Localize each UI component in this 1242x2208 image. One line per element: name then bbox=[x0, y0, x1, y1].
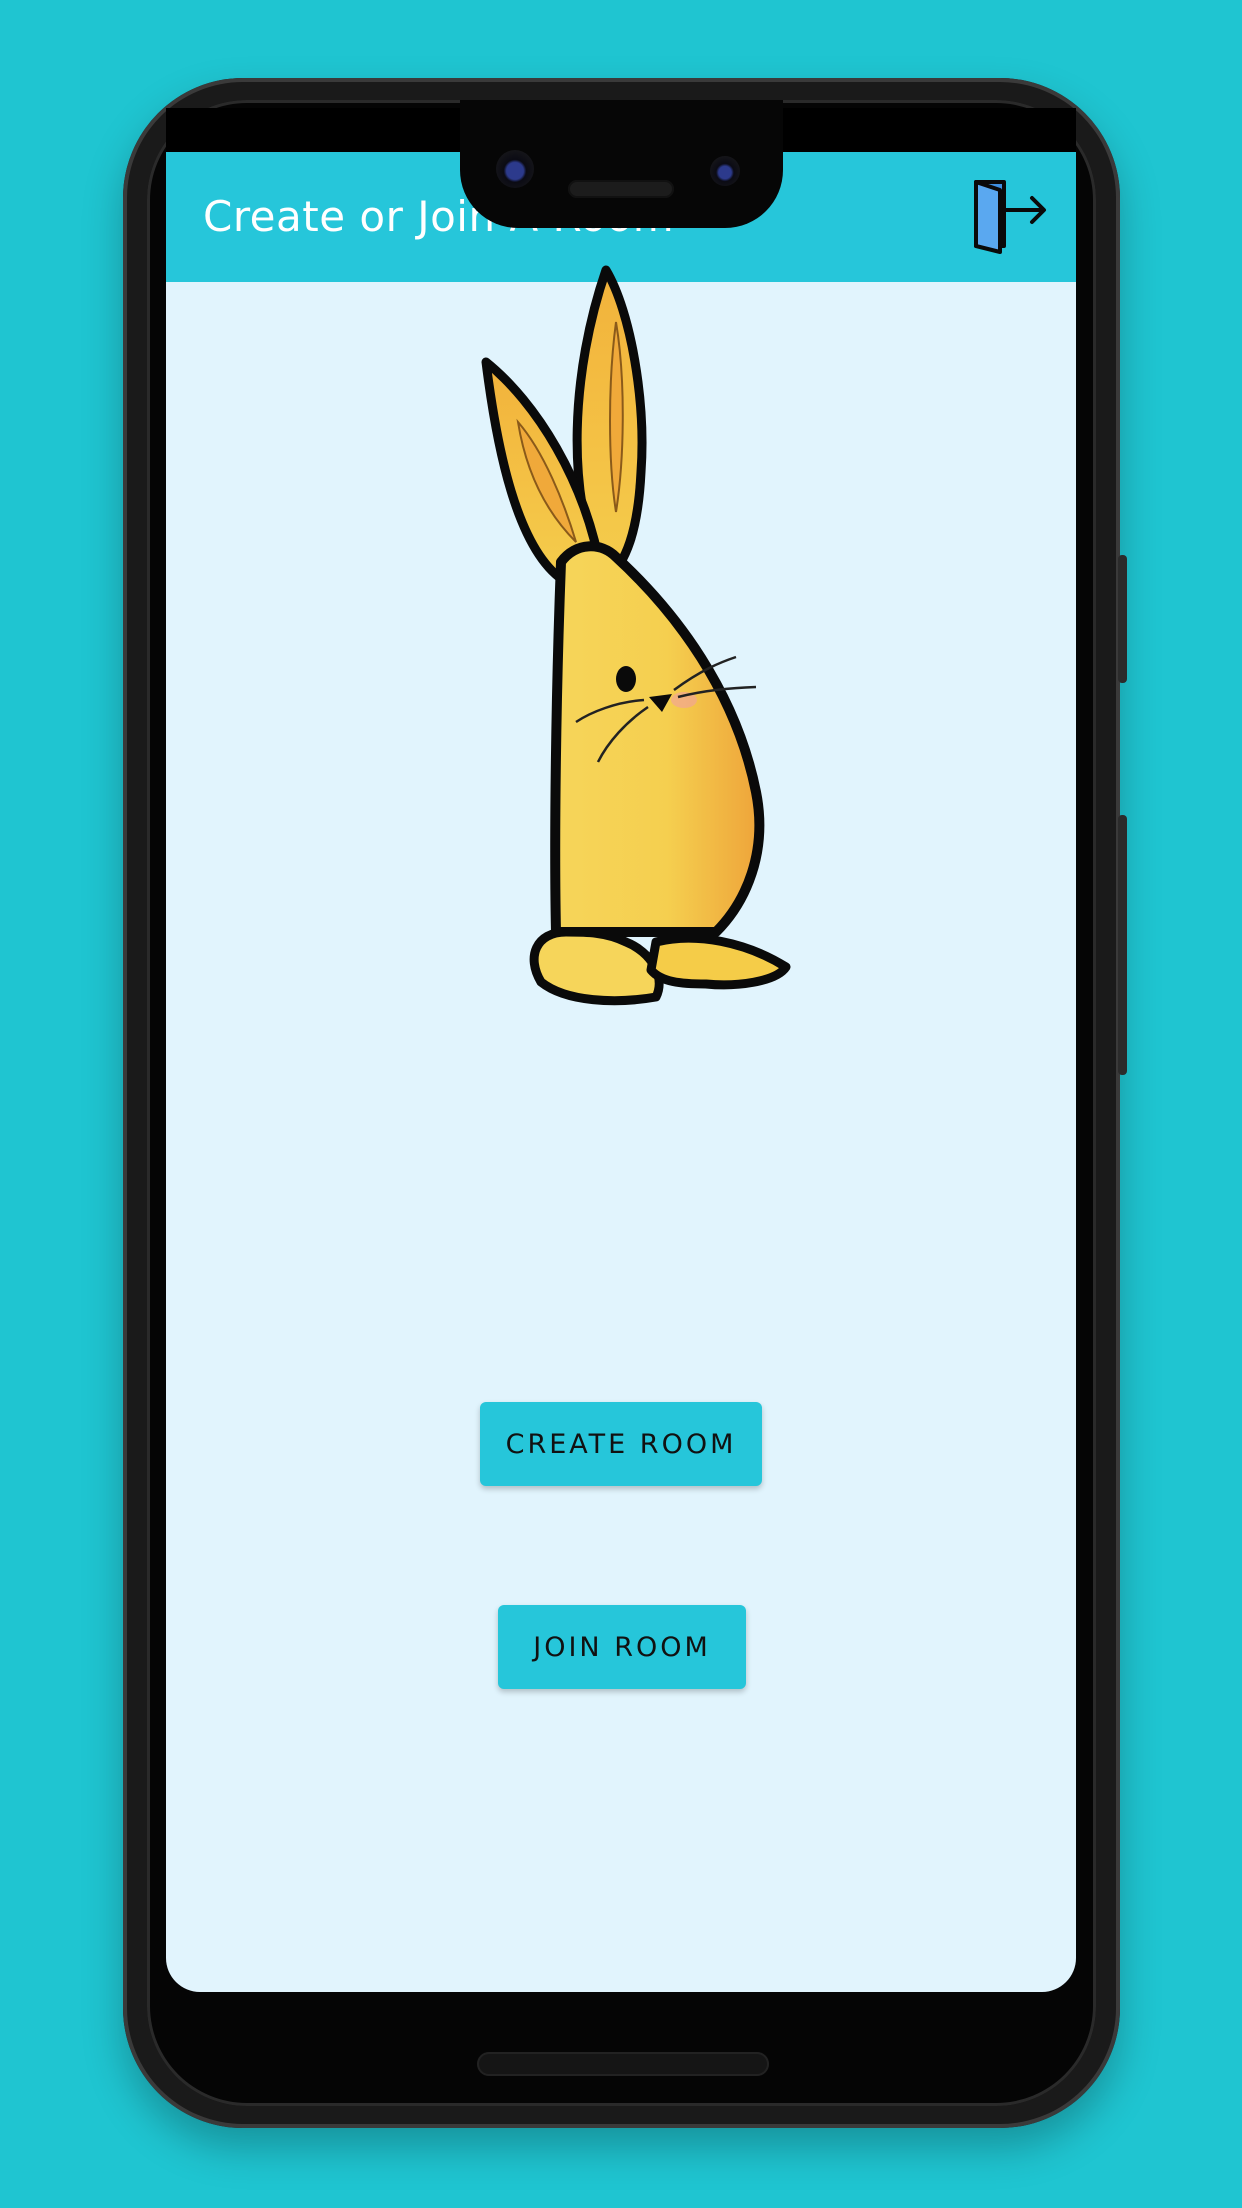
exit-door-icon bbox=[974, 180, 1046, 254]
power-button bbox=[1118, 555, 1127, 683]
camera-notch bbox=[460, 100, 783, 228]
secondary-camera-icon bbox=[710, 156, 740, 186]
front-camera-icon bbox=[496, 150, 534, 188]
home-indicator[interactable] bbox=[477, 2052, 769, 2076]
app-screen: Create or Join A Room CREATE ROOM JOIN R… bbox=[166, 152, 1076, 1992]
create-room-button[interactable]: CREATE ROOM bbox=[480, 1402, 762, 1486]
join-room-button[interactable]: JOIN ROOM bbox=[498, 1605, 746, 1689]
volume-button bbox=[1118, 815, 1127, 1075]
bunny-illustration bbox=[481, 265, 791, 1006]
exit-button[interactable] bbox=[970, 176, 1054, 258]
earpiece-speaker bbox=[568, 180, 674, 198]
